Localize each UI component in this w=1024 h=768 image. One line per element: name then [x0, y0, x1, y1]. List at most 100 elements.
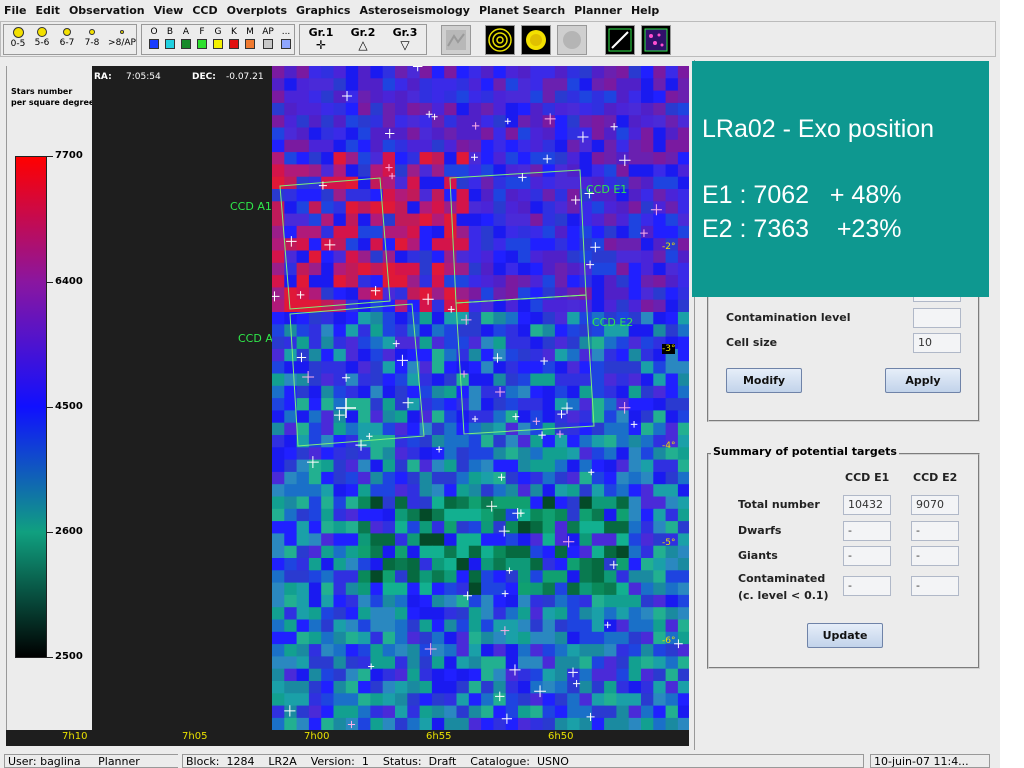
scale-title: Stars number per square degree	[11, 87, 95, 107]
dwarfs-label: Dwarfs	[738, 524, 782, 537]
spectral-toggle-b[interactable]: B	[164, 27, 176, 49]
menu-planet-search[interactable]: Planet Search	[479, 4, 565, 17]
target-icon	[563, 31, 581, 49]
spectral-toggle-g[interactable]: G	[212, 27, 224, 49]
sky-density-map[interactable]: CCD E1 CCD E2 -2° -3° -4° -5° -6°	[272, 66, 689, 738]
dec-tick-label: -3°	[662, 344, 676, 354]
giants-e2-field[interactable]: -	[911, 546, 959, 566]
ccd-e2-label: CCD E2	[592, 316, 634, 329]
page-margin	[1000, 0, 1024, 768]
spectral-toggle-f[interactable]: F	[196, 27, 208, 49]
application-window: File Edit Observation View CCD Overplots…	[0, 0, 1000, 768]
update-button[interactable]: Update	[807, 623, 883, 648]
color-swatch	[181, 39, 191, 49]
density-icon	[644, 28, 668, 52]
group-filter-group: Gr.1 ✛ Gr.2 △ Gr.3 ▽	[299, 24, 427, 55]
menu-bar: File Edit Observation View CCD Overplots…	[0, 0, 1000, 20]
triangle-down-icon: ▽	[400, 38, 410, 52]
menu-ccd[interactable]: CCD	[192, 4, 217, 17]
contaminated-sublabel: (c. level < 0.1)	[738, 589, 829, 602]
line-plot-icon	[608, 28, 632, 52]
magnitude-toggle-7-8[interactable]: 7-8	[79, 27, 105, 48]
giants-e1-field[interactable]: -	[843, 546, 891, 566]
color-swatch	[281, 39, 291, 49]
spectral-type-group: O B A F G K M AP ...	[141, 24, 295, 55]
annotation-note: LRa02 - Exo position E1 : 7062 + 48% E2 …	[692, 61, 989, 297]
spectral-toggle-k[interactable]: K	[228, 27, 240, 49]
apply-button[interactable]: Apply	[885, 368, 961, 393]
contaminated-e2-field[interactable]: -	[911, 576, 959, 596]
ra-value: 7:05:54	[126, 72, 161, 82]
dec-tick-label: -6°	[662, 636, 676, 646]
total-number-label: Total number	[738, 498, 820, 511]
dec-tick-label: -2°	[662, 242, 676, 252]
toolbar: 0-5 5-6 6-7 7-8 >8/AP O B A F G K M AP .…	[0, 21, 996, 57]
menu-edit[interactable]: Edit	[36, 4, 60, 17]
sky-image-icon	[446, 30, 466, 50]
dec-value: -0.07.21	[226, 72, 264, 82]
group-toggle-2[interactable]: Gr.2 △	[344, 26, 382, 52]
ra-tick-label: 6h50	[548, 731, 574, 742]
total-number-e1-field[interactable]: 10432	[843, 495, 891, 515]
menu-observation[interactable]: Observation	[69, 4, 145, 17]
ccd-e2-column-header: CCD E2	[913, 471, 958, 484]
star-dot-icon	[89, 29, 95, 35]
cross-icon: ✛	[315, 38, 327, 52]
menu-help[interactable]: Help	[631, 4, 659, 17]
cell-size-input[interactable]: 10	[913, 333, 961, 353]
trajectory-button[interactable]	[605, 25, 635, 55]
dec-tick-label: -5°	[662, 538, 676, 548]
menu-view[interactable]: View	[154, 4, 184, 17]
color-swatch	[165, 39, 175, 49]
color-swatch	[149, 39, 159, 49]
spectral-toggle-m[interactable]: M	[244, 27, 256, 49]
magnitude-filter-group: 0-5 5-6 6-7 7-8 >8/AP	[3, 24, 137, 55]
spectral-toggle-ap[interactable]: AP	[260, 27, 276, 49]
star-dot-icon	[120, 30, 124, 34]
magnitude-toggle-5-6[interactable]: 5-6	[29, 27, 55, 48]
menu-overplots[interactable]: Overplots	[227, 4, 287, 17]
total-number-e2-field[interactable]: 9070	[911, 495, 959, 515]
spectral-toggle-other[interactable]: ...	[280, 27, 292, 49]
ccd-a1-label: CCD A1	[230, 200, 272, 213]
ra-tick-label: 6h55	[426, 731, 452, 742]
sky-image-button[interactable]	[441, 25, 471, 55]
sun-icon	[526, 30, 546, 50]
menu-asteroseismology[interactable]: Asteroseismology	[359, 4, 469, 17]
contaminated-label: Contaminated	[738, 572, 826, 585]
giants-label: Giants	[738, 549, 778, 562]
ra-tick-label: 7h00	[304, 731, 330, 742]
status-date: 10-juin-07 11:4...	[870, 754, 990, 768]
color-swatch	[213, 39, 223, 49]
dwarfs-e1-field[interactable]: -	[843, 521, 891, 541]
menu-planner[interactable]: Planner	[574, 4, 622, 17]
color-scale-panel: Stars number per square degree 7700 6400…	[6, 66, 95, 738]
dwarfs-e2-field[interactable]: -	[911, 521, 959, 541]
summary-title: Summary of potential targets	[711, 445, 899, 458]
spectral-toggle-a[interactable]: A	[180, 27, 192, 49]
ra-tick-label: 7h10	[62, 731, 88, 742]
contaminated-e1-field[interactable]: -	[843, 576, 891, 596]
magnitude-toggle-6-7[interactable]: 6-7	[54, 27, 80, 48]
star-dot-icon	[63, 28, 71, 36]
menu-file[interactable]: File	[4, 4, 27, 17]
scale-tick-label: 2600	[55, 526, 83, 537]
color-bar	[15, 156, 47, 658]
scale-tick-label: 7700	[55, 150, 83, 161]
group-toggle-1[interactable]: Gr.1 ✛	[302, 26, 340, 52]
contamination-level-input[interactable]	[913, 308, 961, 328]
note-line-e1: E1 : 7062 + 48%	[702, 181, 902, 209]
field-rings-button[interactable]	[485, 25, 515, 55]
density-map-button[interactable]	[641, 25, 671, 55]
ra-tick-label: 7h05	[182, 731, 208, 742]
disabled-tool-button[interactable]	[557, 25, 587, 55]
magnitude-toggle-8-ap[interactable]: >8/AP	[106, 27, 138, 48]
rings-icon	[488, 28, 512, 52]
star-field-button[interactable]	[521, 25, 551, 55]
spectral-toggle-o[interactable]: O	[148, 27, 160, 49]
status-block: Block: 1284 LR2A Version: 1 Status: Draf…	[182, 754, 864, 768]
group-toggle-3[interactable]: Gr.3 ▽	[386, 26, 424, 52]
magnitude-toggle-0-5[interactable]: 0-5	[5, 27, 31, 49]
modify-button[interactable]: Modify	[726, 368, 802, 393]
menu-graphics[interactable]: Graphics	[296, 4, 350, 17]
